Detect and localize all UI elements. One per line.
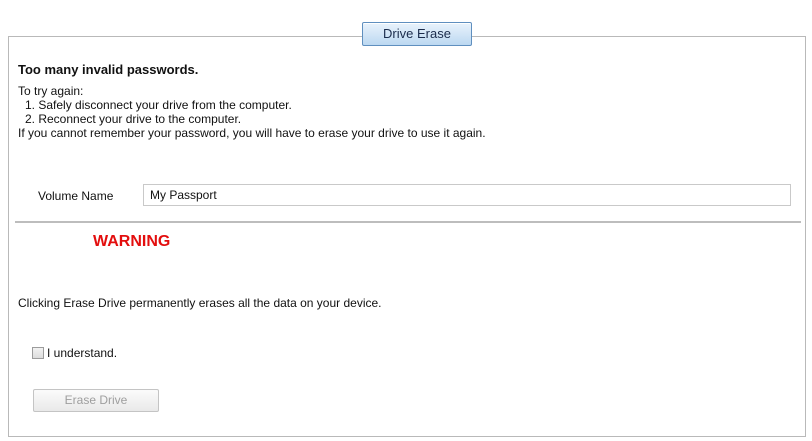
instruction-step-1: 1. Safely disconnect your drive from the… (25, 98, 292, 112)
warning-heading: WARNING (93, 233, 171, 250)
understand-label[interactable]: I understand. (47, 346, 117, 360)
instruction-step-2: 2. Reconnect your drive to the computer. (25, 112, 242, 126)
erase-warning-text: Clicking Erase Drive permanently erases … (18, 296, 382, 310)
divider (15, 221, 801, 223)
understand-option[interactable]: I understand. (32, 346, 117, 360)
instructions-intro: To try again: (18, 84, 84, 98)
error-title: Too many invalid passwords. (18, 62, 199, 77)
instructions: To try again: 1. Safely disconnect your … (18, 84, 486, 140)
volume-name-label: Volume Name (38, 189, 114, 203)
erase-drive-button[interactable]: Erase Drive (33, 389, 159, 412)
volume-name-field[interactable] (143, 184, 791, 206)
understand-checkbox[interactable] (32, 347, 44, 359)
tab-drive-erase[interactable]: Drive Erase (362, 22, 472, 46)
forgot-password-note: If you cannot remember your password, yo… (18, 126, 486, 140)
